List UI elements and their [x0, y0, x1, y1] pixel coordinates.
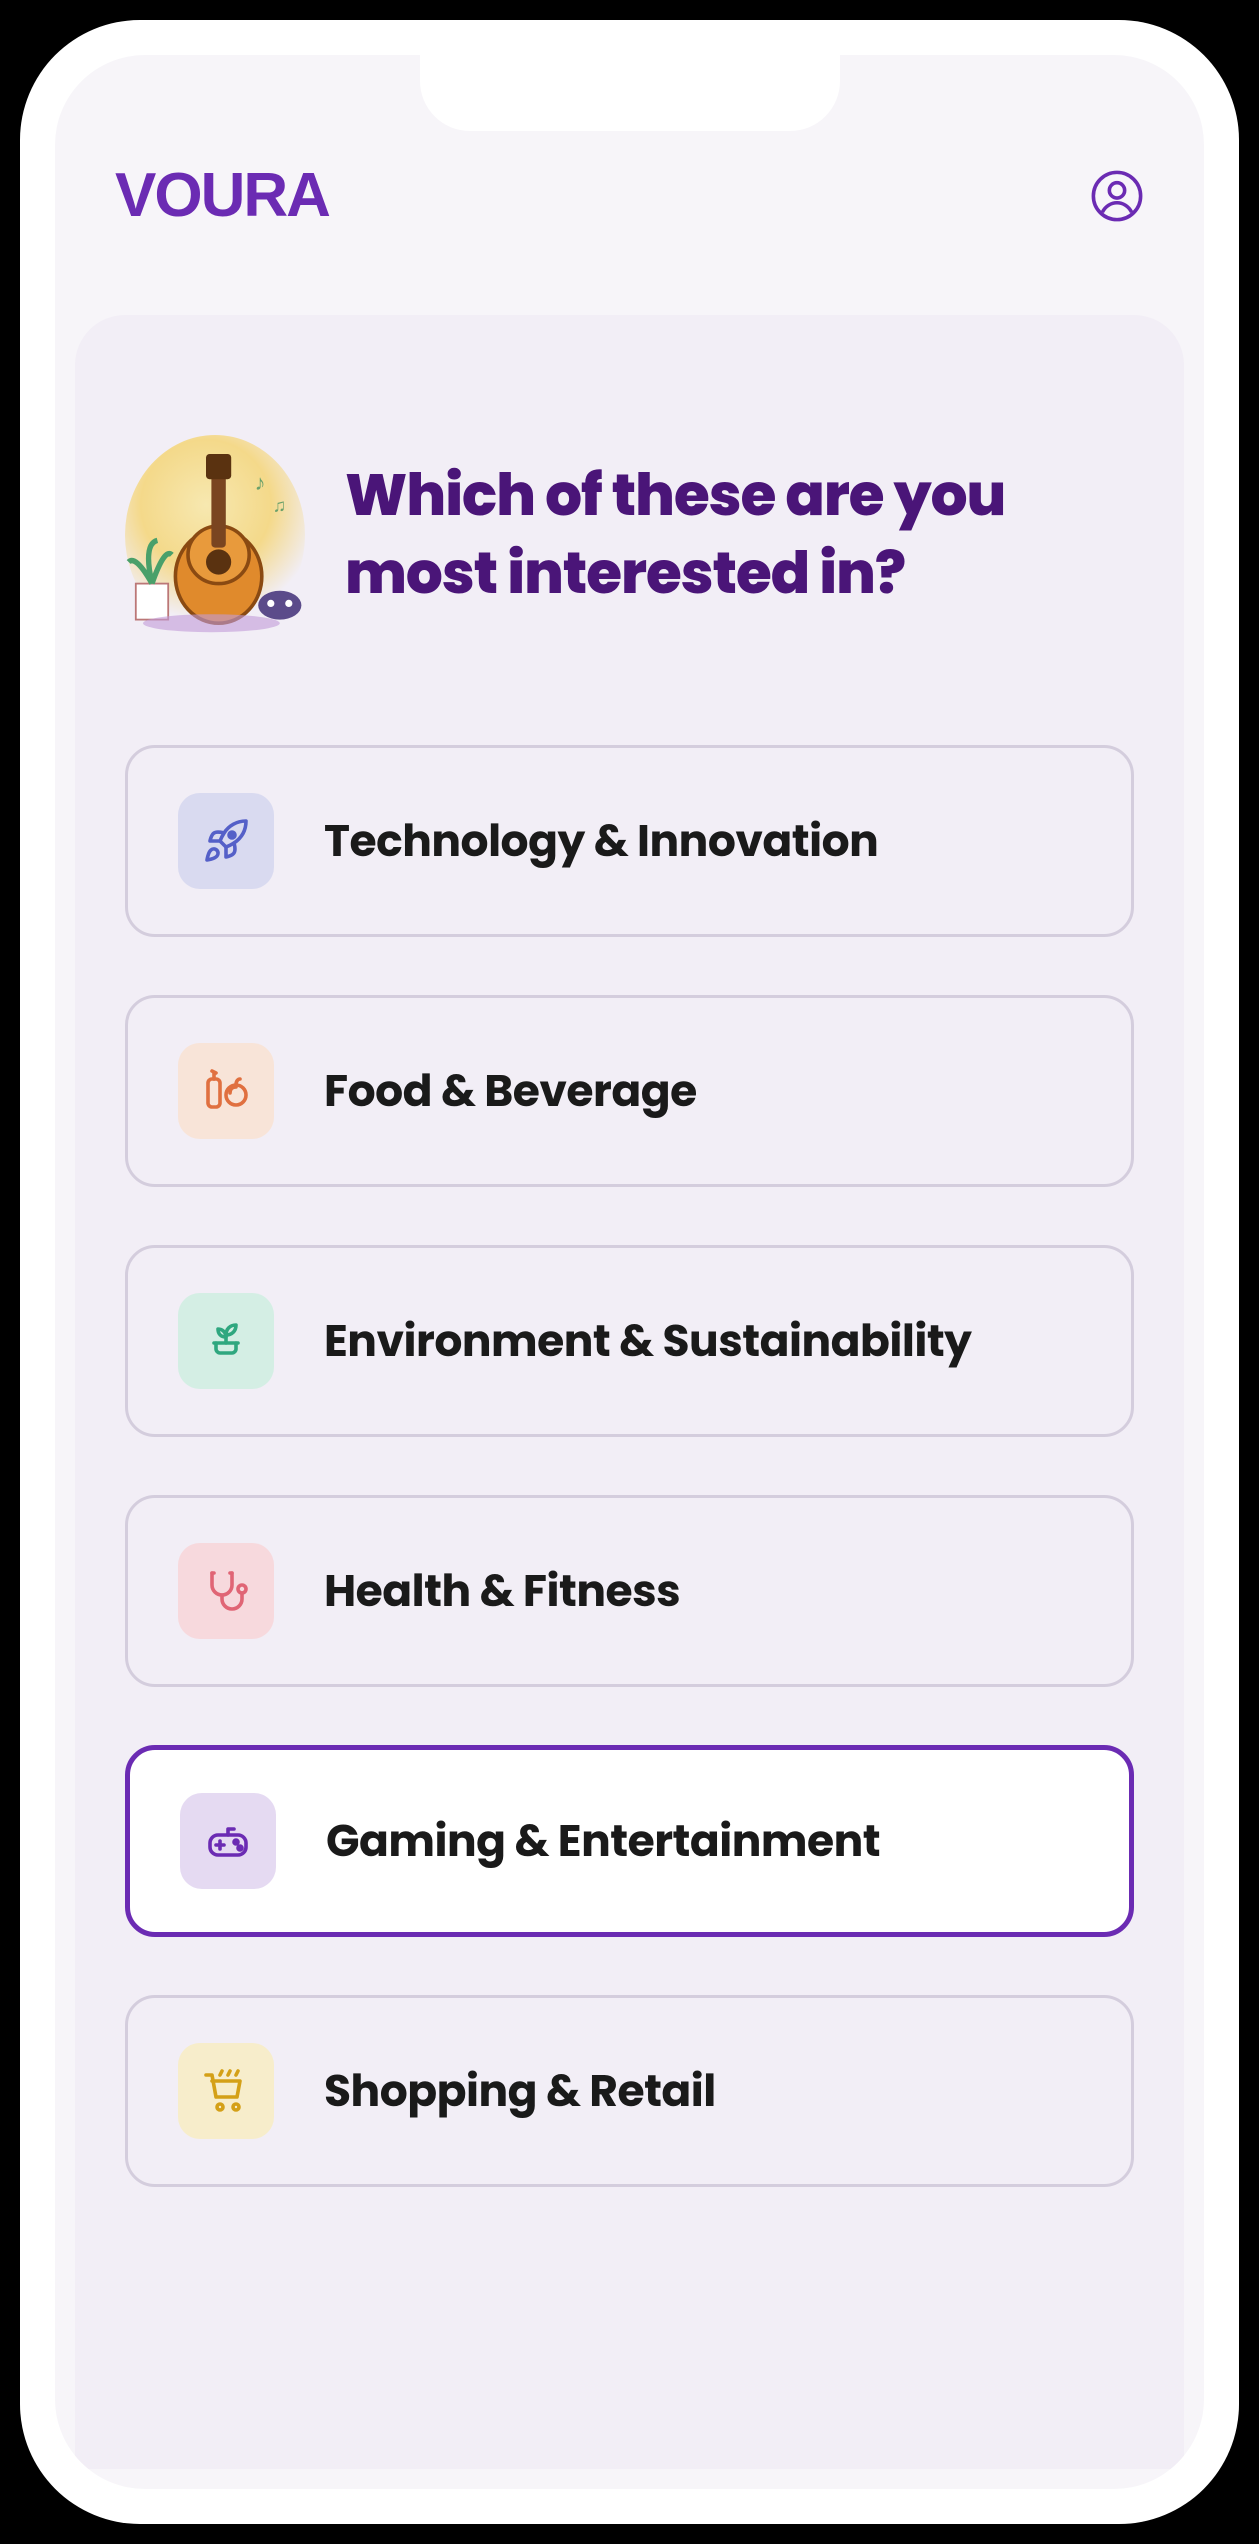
option-tech[interactable]: Technology & Innovation — [125, 745, 1134, 937]
option-gaming[interactable]: Gaming & Entertainment — [125, 1745, 1134, 1937]
plant-icon — [178, 1293, 274, 1389]
option-label: Gaming & Entertainment — [326, 1809, 880, 1874]
options-list: Technology & Innovation Food & Beverage En… — [125, 745, 1134, 2187]
gamepad-icon — [180, 1793, 276, 1889]
option-label: Health & Fitness — [324, 1559, 680, 1624]
phone-frame: VOURA — [20, 20, 1239, 2524]
profile-icon — [1090, 169, 1144, 223]
option-env[interactable]: Environment & Sustainability — [125, 1245, 1134, 1437]
food-icon — [178, 1043, 274, 1139]
notch — [420, 55, 840, 131]
option-health[interactable]: Health & Fitness — [125, 1495, 1134, 1687]
screen: VOURA — [55, 55, 1204, 2489]
rocket-icon — [178, 793, 274, 889]
svg-text:♫: ♫ — [273, 494, 287, 519]
cart-icon — [178, 2043, 274, 2139]
question-row: ♪ ♫ Which of these are you most interest… — [125, 435, 1134, 635]
content-card: ♪ ♫ Which of these are you most interest… — [75, 315, 1184, 2469]
option-shop[interactable]: Shopping & Retail — [125, 1995, 1134, 2187]
svg-text:♪: ♪ — [255, 467, 266, 498]
app-logo: VOURA — [115, 160, 329, 231]
interests-illustration: ♪ ♫ — [125, 435, 305, 635]
question-heading: Which of these are you most interested i… — [345, 457, 1134, 614]
steth-icon — [178, 1543, 274, 1639]
option-label: Shopping & Retail — [324, 2059, 716, 2124]
option-label: Environment & Sustainability — [324, 1309, 972, 1374]
option-label: Food & Beverage — [324, 1059, 697, 1124]
option-label: Technology & Innovation — [324, 809, 878, 874]
profile-button[interactable] — [1090, 161, 1144, 230]
option-food[interactable]: Food & Beverage — [125, 995, 1134, 1187]
